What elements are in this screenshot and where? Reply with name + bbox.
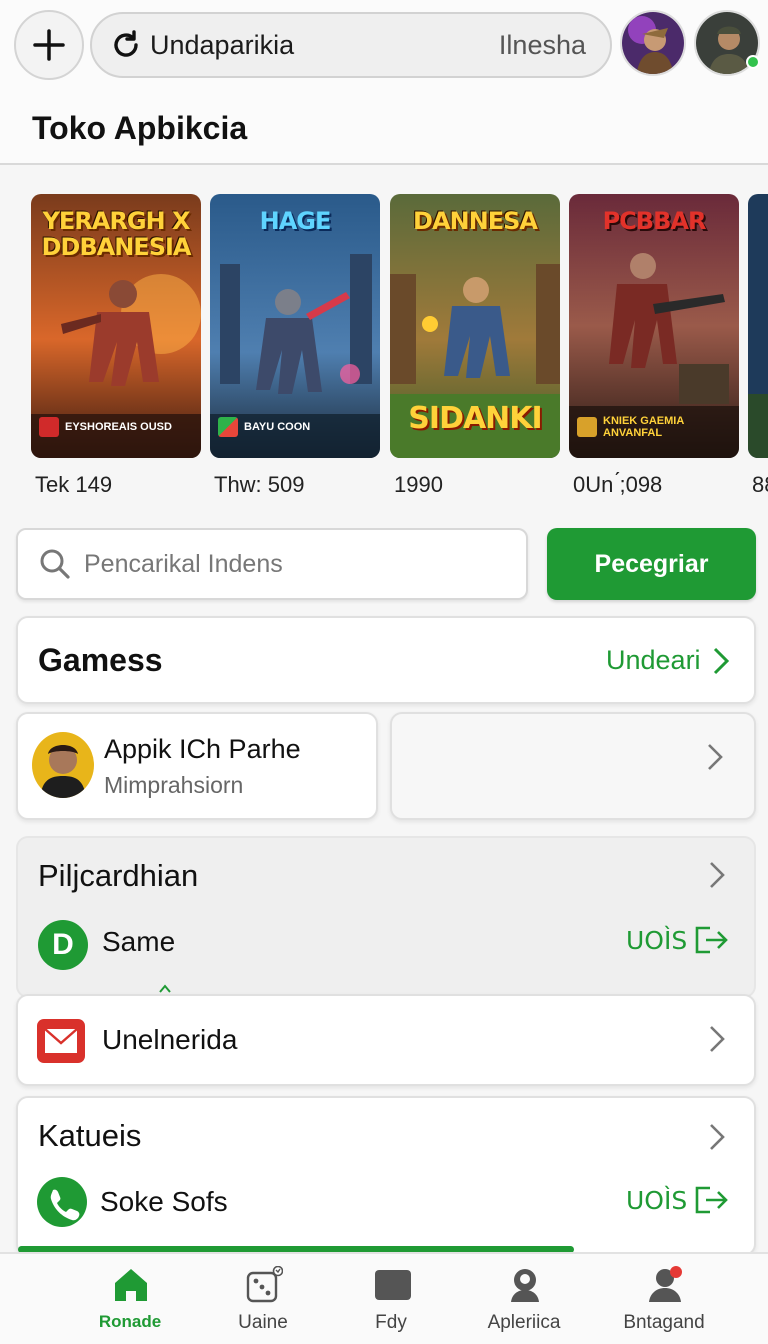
publisher-badge-text: BAYU COON (244, 421, 311, 433)
game-cover-art: PCBBAR KNIEK GAEMIA ANVANFAL (569, 194, 739, 458)
empty-card[interactable] (390, 712, 756, 820)
add-button[interactable] (14, 10, 84, 80)
list-item-label: Soke Sofs (100, 1186, 228, 1217)
game-cover-art: YERARGH X DDBANESIA EYSHOREAIS OUSD (31, 194, 201, 458)
nav-item-apps[interactable]: Apleriica (459, 1262, 589, 1342)
publisher-badge-text: EYSHOREAIS OUSD (65, 421, 172, 433)
see-all-link[interactable]: Undeari (606, 645, 701, 676)
pilj-section: Pilјcardhian D Same UOÌS (16, 836, 756, 998)
game-card[interactable]: YERARGH X DDBANESIA EYSHOREAIS OUSD Tek … (31, 194, 201, 498)
game-card-caption: 0Un ́;098 (573, 472, 663, 497)
notification-dot (670, 1266, 682, 1278)
game-cover-art: DANNESA SIDANKI (390, 194, 560, 458)
item-action-text[interactable]: UOÌS (626, 926, 687, 955)
game-cover-banner: DANNESA (413, 207, 538, 235)
exit-arrow-icon[interactable] (694, 926, 728, 954)
chevron-right-icon[interactable] (708, 1122, 726, 1152)
game-card-caption: 1990 (394, 472, 443, 497)
game-card[interactable]: PCBBAR KNIEK GAEMIA ANVANFAL 0Un ́;098 (569, 194, 739, 498)
games-section-header[interactable]: Gamess Undeari (16, 616, 756, 704)
search-input[interactable]: Pencarikal Indens (16, 528, 528, 600)
search-row: Pencarikal Indens Pecegriar (16, 528, 756, 602)
publisher-logo-icon (218, 417, 238, 437)
nav-label: Fdy (375, 1312, 407, 1333)
featured-games-carousel[interactable]: YERARGH X DDBANESIA EYSHOREAIS OUSD Tek … (0, 194, 768, 504)
chevron-right-icon (708, 744, 723, 770)
app-subtitle: Mimprahsiorn (104, 772, 244, 798)
phone-icon (37, 1177, 87, 1227)
game-cover-banner: PCBBAR (602, 207, 707, 235)
game-cover-banner: HAGE (259, 207, 332, 235)
section-title: Pilјcardhian (38, 858, 199, 893)
top-bar: Undaparikia Ilnesha Toko Apbikcia (0, 0, 768, 165)
top-search-field[interactable]: Undaparikia Ilnesha (90, 12, 612, 78)
mail-icon (37, 1019, 85, 1063)
chevron-right-icon (713, 647, 730, 675)
app-name: Appik ICh Parhe (104, 734, 301, 764)
item-action-text[interactable]: UOÌS (626, 1186, 687, 1215)
search-button[interactable]: Pecegriar (547, 528, 756, 600)
search-icon (40, 549, 70, 579)
chevron-right-icon (710, 1026, 725, 1052)
nav-item-profile[interactable]: Bntagand (599, 1262, 729, 1342)
app-avatar (32, 732, 94, 798)
exit-arrow-icon[interactable] (694, 1186, 728, 1214)
publisher-badge-text: KNIEK GAEMIA ANVANFAL (603, 415, 684, 439)
list-item-label: Unelnerida (102, 1024, 238, 1055)
katueis-section: Katueis Soke Sofs UOÌS (16, 1096, 756, 1256)
search-hint-text: Ilnesha (498, 29, 586, 60)
game-cover-subtitle: SIDANKI (408, 401, 542, 436)
game-card[interactable]: DANNESA SIDANKI 1990 (390, 194, 560, 498)
game-card-caption: 88 (752, 472, 768, 497)
plus-icon (33, 29, 65, 61)
publisher-badge: KNIEK GAEMIA ANVANFAL (577, 410, 727, 444)
nav-item-home[interactable]: Ronade (65, 1262, 195, 1342)
home-icon (115, 1269, 147, 1301)
publisher-logo-icon (577, 417, 597, 437)
publisher-badge: BAYU COON (218, 410, 368, 444)
page-title: Toko Apbikcia (32, 110, 248, 146)
refresh-icon[interactable] (110, 29, 142, 61)
app-card[interactable]: Appik ICh Parhe Mimprahsiorn (16, 712, 378, 820)
dice-icon (246, 1266, 283, 1303)
nav-label: Bntagand (623, 1312, 705, 1333)
list-item-label: Same (102, 926, 176, 957)
chevron-right-icon[interactable] (708, 860, 726, 890)
game-cover-art (748, 194, 768, 458)
section-title: Katueis (38, 1118, 142, 1153)
nav-item-files[interactable]: Fdy (326, 1262, 456, 1342)
mail-row[interactable]: Unelnerida (16, 994, 756, 1086)
game-card-caption: Thw: 509 (214, 472, 305, 497)
online-status-dot (746, 55, 760, 69)
user-group-icon (511, 1269, 539, 1302)
nav-label: Ronade (98, 1312, 162, 1331)
game-cover-art: HAGE BAYU COON (210, 194, 380, 458)
caret-up-icon (159, 984, 171, 993)
profile-icon (649, 1266, 682, 1302)
nav-label: Uaine (238, 1312, 288, 1333)
search-query-text: Undaparikia (150, 29, 295, 60)
game-card-caption: Tek 149 (35, 472, 113, 497)
section-title: Gamess (38, 642, 163, 678)
publisher-badge: EYSHOREAIS OUSD (39, 410, 189, 444)
search-placeholder: Pencarikal Indens (84, 549, 283, 578)
avatar-game-character[interactable] (620, 10, 686, 76)
game-card[interactable]: HAGE BAYU COON Thw: 509 (210, 194, 380, 498)
nav-label: Apleriica (487, 1312, 561, 1333)
game-card[interactable]: 88 (748, 194, 768, 498)
nav-item-games[interactable]: Uaine (198, 1262, 328, 1342)
folder-icon (375, 1270, 411, 1300)
letter-avatar-icon: D (38, 920, 88, 970)
publisher-logo-icon (39, 417, 59, 437)
game-cover-banner: YERARGH X DDBANESIA (41, 207, 192, 261)
